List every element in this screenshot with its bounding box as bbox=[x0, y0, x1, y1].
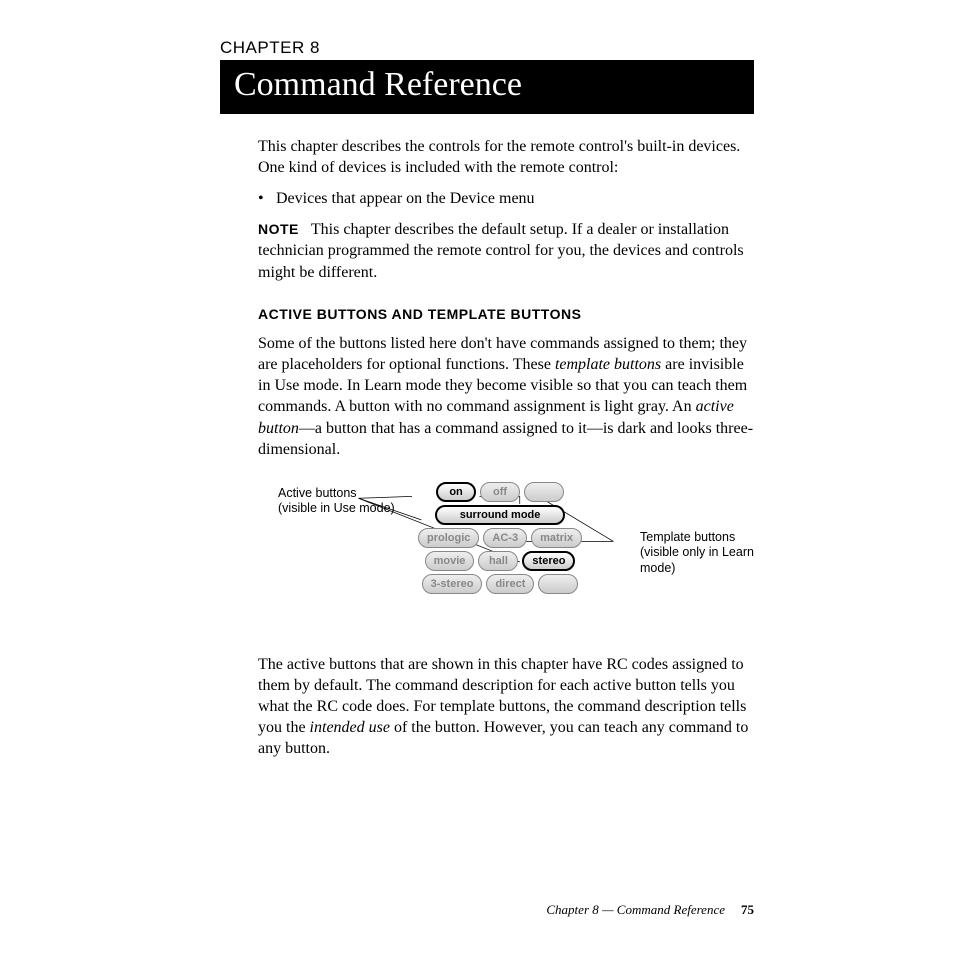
diagram-button-stereo: stereo bbox=[522, 551, 575, 571]
diagram-button-AC-3: AC-3 bbox=[483, 528, 527, 548]
diagram-button-movie: movie bbox=[425, 551, 475, 571]
intro-paragraph: This chapter describes the controls for … bbox=[258, 136, 754, 178]
bullet-device-menu: Devices that appear on the Device menu bbox=[258, 188, 754, 209]
diagram-button-off: off bbox=[480, 482, 520, 502]
page-footer: Chapter 8 — Command Reference75 bbox=[546, 902, 754, 918]
note-label: NOTE bbox=[258, 221, 299, 237]
callout-active-buttons: Active buttons (visible in Use mode) bbox=[278, 486, 408, 517]
button-diagram: Active buttons (visible in Use mode) Tem… bbox=[248, 482, 754, 642]
diagram-button-blank bbox=[538, 574, 578, 594]
diagram-button-on: on bbox=[436, 482, 476, 502]
button-cluster: onoff surround mode prologicAC-3matrix mov… bbox=[418, 482, 582, 597]
page-number: 75 bbox=[741, 902, 754, 917]
note-paragraph: NOTE This chapter describes the default … bbox=[258, 219, 754, 282]
diagram-button-direct: direct bbox=[486, 574, 534, 594]
diagram-button-prologic: prologic bbox=[418, 528, 479, 548]
diagram-button-blank bbox=[524, 482, 564, 502]
para-rc-codes: The active buttons that are shown in thi… bbox=[258, 654, 754, 760]
diagram-button-surround mode: surround mode bbox=[435, 505, 565, 525]
diagram-button-matrix: matrix bbox=[531, 528, 582, 548]
subhead-active-template: ACTIVE BUTTONS AND TEMPLATE BUTTONS bbox=[258, 305, 754, 323]
diagram-button-3-stereo: 3-stereo bbox=[422, 574, 483, 594]
note-text: This chapter describes the default setup… bbox=[258, 221, 744, 280]
para-buttons-explain: Some of the buttons listed here don't ha… bbox=[258, 333, 754, 460]
diagram-button-hall: hall bbox=[478, 551, 518, 571]
chapter-label: CHAPTER 8 bbox=[220, 38, 754, 58]
page-title: Command Reference bbox=[220, 60, 754, 114]
callout-template-buttons: Template buttons (visible only in Learn … bbox=[640, 530, 780, 577]
